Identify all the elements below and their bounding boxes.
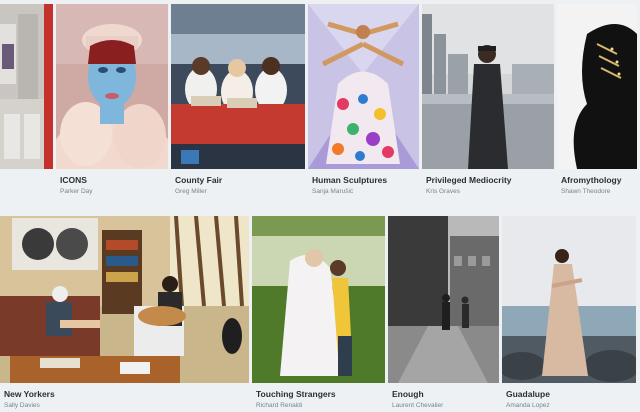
blue-face-portrait-photo[interactable] [56, 4, 168, 169]
card-title: Human Sculptures [312, 175, 388, 185]
profile-portrait-photo[interactable] [557, 4, 637, 169]
gallery-card-guadalupe[interactable]: Guadalupe Amanda Lopez [502, 216, 636, 409]
card-title: Touching Strangers [256, 389, 336, 399]
dancer-sculpture-photo[interactable] [308, 4, 419, 169]
card-title: Afromythology [561, 175, 622, 185]
photo-gallery: ICONS Parker Day County Fair Greg Miller… [0, 0, 640, 412]
city-man-photo[interactable] [422, 4, 554, 169]
card-author: Parker Day [60, 188, 93, 195]
gallery-card-human-sculptures[interactable]: Human Sculptures Sanja Marušić [308, 4, 419, 195]
gallery-card-afromythology[interactable]: Afromythology Shawn Theodore [557, 4, 637, 195]
building-edge-photo[interactable] [0, 4, 53, 169]
living-room-photo[interactable] [0, 216, 249, 383]
gallery-card-partial[interactable] [0, 4, 53, 195]
card-author: Richard Renaldi [256, 402, 303, 409]
gallery-row-1: ICONS Parker Day County Fair Greg Miller… [0, 4, 637, 195]
gallery-card-county-fair[interactable]: County Fair Greg Miller [171, 4, 305, 195]
card-title: Enough [392, 389, 424, 399]
card-title: ICONS [60, 175, 87, 185]
gallery-card-enough[interactable]: Enough Laurent Chevalier [388, 216, 499, 409]
gallery-card-icons[interactable]: ICONS Parker Day [56, 4, 168, 195]
card-title: Privileged Mediocrity [426, 175, 512, 185]
fair-crowd-photo[interactable] [171, 4, 305, 169]
card-title: Guadalupe [506, 389, 550, 399]
gallery-card-new-yorkers[interactable]: New Yorkers Sally Davies [0, 216, 249, 409]
couple-park-photo[interactable] [252, 216, 385, 383]
street-bw-photo[interactable] [388, 216, 499, 383]
card-author: Shawn Theodore [561, 188, 611, 195]
card-title: New Yorkers [4, 389, 55, 399]
card-author: Laurent Chevalier [392, 402, 444, 409]
card-author: Sally Davies [4, 402, 40, 409]
gallery-row-2: New Yorkers Sally Davies Touching Strang… [0, 216, 636, 409]
card-author: Greg Miller [175, 188, 207, 195]
card-author: Amanda Lopez [506, 402, 550, 409]
card-author: Kris Graves [426, 188, 460, 195]
card-title: County Fair [175, 175, 223, 185]
gallery-card-touching-strangers[interactable]: Touching Strangers Richard Renaldi [252, 216, 385, 409]
gallery-card-privileged-mediocrity[interactable]: Privileged Mediocrity Kris Graves [422, 4, 554, 195]
card-author: Sanja Marušić [312, 188, 354, 195]
beach-dress-photo[interactable] [502, 216, 636, 383]
